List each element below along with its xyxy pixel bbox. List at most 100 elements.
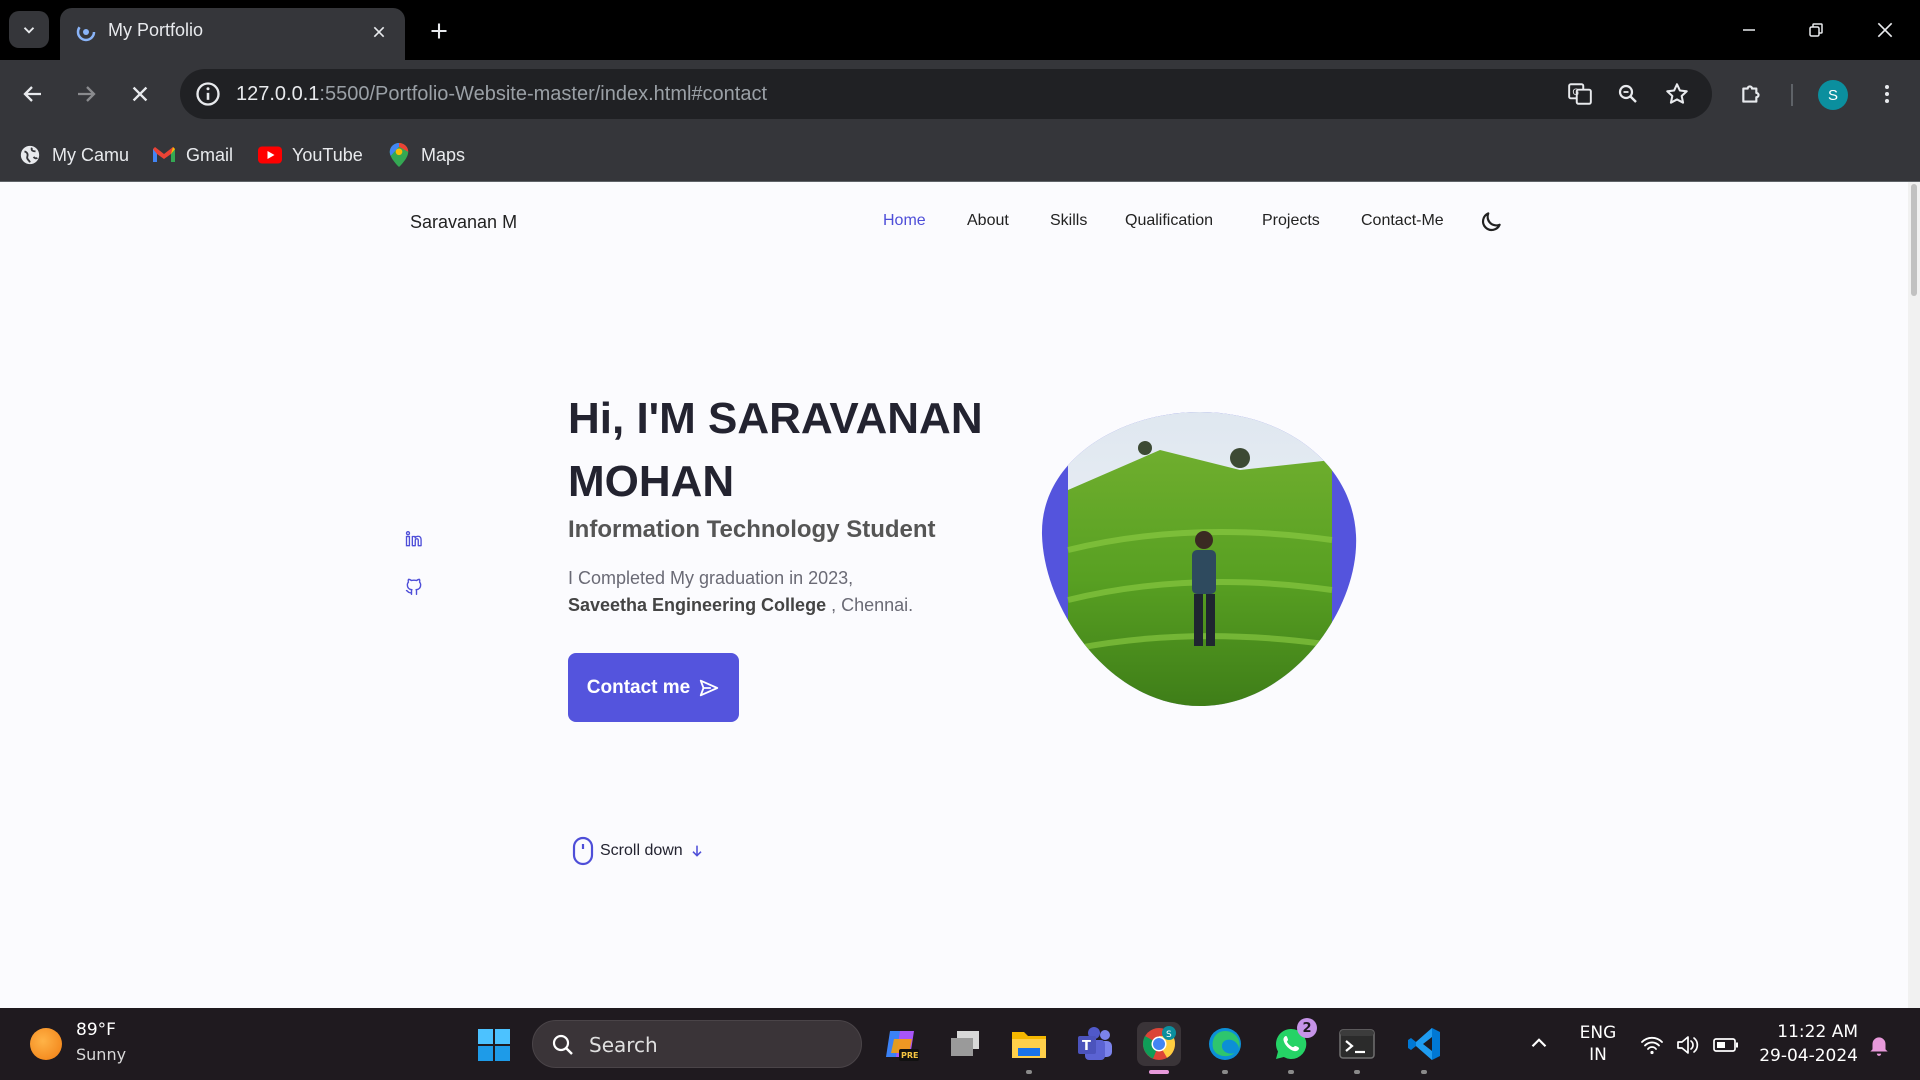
profile-photo: [1041, 412, 1357, 706]
site-info-icon[interactable]: [194, 80, 222, 108]
linkedin-icon: [405, 531, 422, 547]
translate-icon: G: [1568, 83, 1592, 105]
copilot-app[interactable]: PRE: [879, 1022, 923, 1066]
nav-about[interactable]: About: [967, 212, 1009, 230]
site-logo[interactable]: Saravanan M: [410, 212, 517, 233]
chevron-up-icon[interactable]: [1526, 1030, 1552, 1056]
toolbar-divider: [1791, 84, 1793, 106]
github-link[interactable]: [402, 574, 426, 598]
edge-app[interactable]: [1203, 1022, 1247, 1074]
stop-loading-button[interactable]: [122, 76, 158, 112]
whatsapp-app[interactable]: 2: [1269, 1018, 1317, 1074]
tab-close-button[interactable]: [365, 18, 393, 46]
bookmark-star-button[interactable]: [1663, 80, 1691, 108]
send-icon: [700, 679, 719, 696]
url-host: 127.0.0.1: [236, 83, 320, 105]
windows-taskbar: 89°F Sunny Search PRE T S 2 ENG IN 11:22…: [0, 1008, 1920, 1080]
puzzle-icon: [1742, 85, 1760, 103]
plus-icon: [431, 23, 447, 39]
browser-tab[interactable]: My Portfolio: [60, 8, 405, 60]
app-running-indicator: [1288, 1070, 1294, 1074]
linkedin-link[interactable]: [402, 527, 426, 551]
bookmark-youtube[interactable]: YouTube: [258, 140, 363, 170]
task-view-app[interactable]: [943, 1022, 987, 1066]
clock-date: 29-04-2024: [1759, 1046, 1858, 1066]
nav-contact-me[interactable]: Contact-Me: [1361, 212, 1444, 230]
battery-status[interactable]: [1713, 1032, 1739, 1058]
scroll-down-label: Scroll down: [600, 842, 683, 859]
bookmark-maps[interactable]: Maps: [387, 140, 465, 170]
nav-home[interactable]: Home: [883, 212, 926, 230]
globe-icon: [18, 143, 42, 167]
profile-avatar[interactable]: S: [1818, 80, 1848, 110]
language-region: IN: [1589, 1045, 1607, 1065]
language-indicator[interactable]: ENG IN: [1578, 1022, 1618, 1066]
bookmark-my-camu[interactable]: My Camu: [18, 140, 129, 170]
zoom-button[interactable]: [1614, 80, 1642, 108]
clock-time: 11:22 AM: [1777, 1022, 1858, 1042]
volume-status[interactable]: [1675, 1032, 1701, 1058]
windows-start-icon[interactable]: [477, 1028, 511, 1062]
mouse-icon: [572, 836, 594, 866]
bookmarks-bar: My Camu Gmail YouTube Maps: [0, 128, 1920, 182]
hero-city: , Chennai.: [826, 595, 914, 615]
url-path: :5500/Portfolio-Website-master/index.htm…: [319, 83, 768, 105]
browser-tab-bar: My Portfolio: [0, 0, 1920, 60]
terminal-app[interactable]: [1335, 1022, 1379, 1074]
teams-app[interactable]: T: [1073, 1022, 1117, 1066]
tab-search-button[interactable]: [9, 11, 49, 48]
forward-button[interactable]: [68, 76, 104, 112]
bookmark-label: Maps: [421, 144, 466, 165]
bookmark-gmail[interactable]: Gmail: [152, 140, 233, 170]
search-icon: [552, 1034, 573, 1055]
weather-temperature[interactable]: 89°F: [76, 1020, 116, 1040]
hero-description-line: I Completed My graduation in 2023,: [568, 568, 854, 588]
forward-arrow-icon: [78, 86, 96, 102]
url-text[interactable]: 127.0.0.1:5500/Portfolio-Website-master/…: [236, 83, 767, 106]
contact-me-button[interactable]: Contact me: [568, 653, 739, 722]
minimize-icon: [1743, 29, 1755, 31]
copilot-icon: PRE: [886, 1031, 919, 1061]
college-name: Saveetha Engineering College: [568, 595, 827, 615]
moon-icon[interactable]: [1478, 209, 1504, 235]
close-icon: [1877, 22, 1893, 38]
chrome-app[interactable]: S: [1137, 1022, 1181, 1074]
minimize-button[interactable]: [1729, 10, 1769, 50]
address-bar[interactable]: 127.0.0.1:5500/Portfolio-Website-master/…: [180, 69, 1712, 119]
browser-menu-button[interactable]: [1871, 78, 1903, 110]
nav-skills[interactable]: Skills: [1050, 212, 1087, 230]
scroll-down-link[interactable]: Scroll down: [572, 836, 705, 866]
system-clock[interactable]: 11:22 AM 29-04-2024: [1748, 1020, 1858, 1068]
weather-condition[interactable]: Sunny: [76, 1045, 126, 1064]
close-window-button[interactable]: [1865, 10, 1905, 50]
app-running-indicator: [1026, 1070, 1032, 1074]
browser-toolbar: 127.0.0.1:5500/Portfolio-Website-master/…: [0, 60, 1920, 128]
extensions-button[interactable]: [1736, 78, 1768, 110]
new-tab-button[interactable]: [422, 14, 456, 48]
taskbar-search[interactable]: Search: [532, 1020, 862, 1068]
svg-text:T: T: [1082, 1039, 1091, 1054]
bookmark-label: Gmail: [186, 144, 234, 165]
youtube-icon: [258, 143, 282, 167]
notification-bell-icon[interactable]: [1866, 1032, 1892, 1058]
tab-title: My Portfolio: [108, 20, 204, 40]
file-explorer-app[interactable]: [1007, 1022, 1051, 1074]
language-code: ENG: [1579, 1023, 1617, 1043]
nav-projects[interactable]: Projects: [1262, 212, 1320, 230]
vscode-app[interactable]: [1402, 1022, 1446, 1074]
bookmark-label: My Camu: [52, 144, 130, 165]
wifi-status[interactable]: [1639, 1032, 1665, 1058]
back-button[interactable]: [15, 76, 51, 112]
translate-button[interactable]: G: [1566, 80, 1594, 108]
app-running-indicator: [1354, 1070, 1360, 1074]
sun-icon[interactable]: [30, 1028, 62, 1060]
scrollbar-thumb[interactable]: [1911, 184, 1917, 296]
restore-button[interactable]: [1796, 10, 1836, 50]
page-scrollbar[interactable]: [1908, 182, 1920, 1008]
loading-icon: [76, 22, 96, 42]
github-icon: [405, 578, 422, 596]
wifi-icon: [1641, 1036, 1663, 1055]
nav-qualification[interactable]: Qualification: [1125, 212, 1213, 230]
star-icon: [1666, 83, 1688, 104]
svg-text:S: S: [1166, 1030, 1172, 1040]
